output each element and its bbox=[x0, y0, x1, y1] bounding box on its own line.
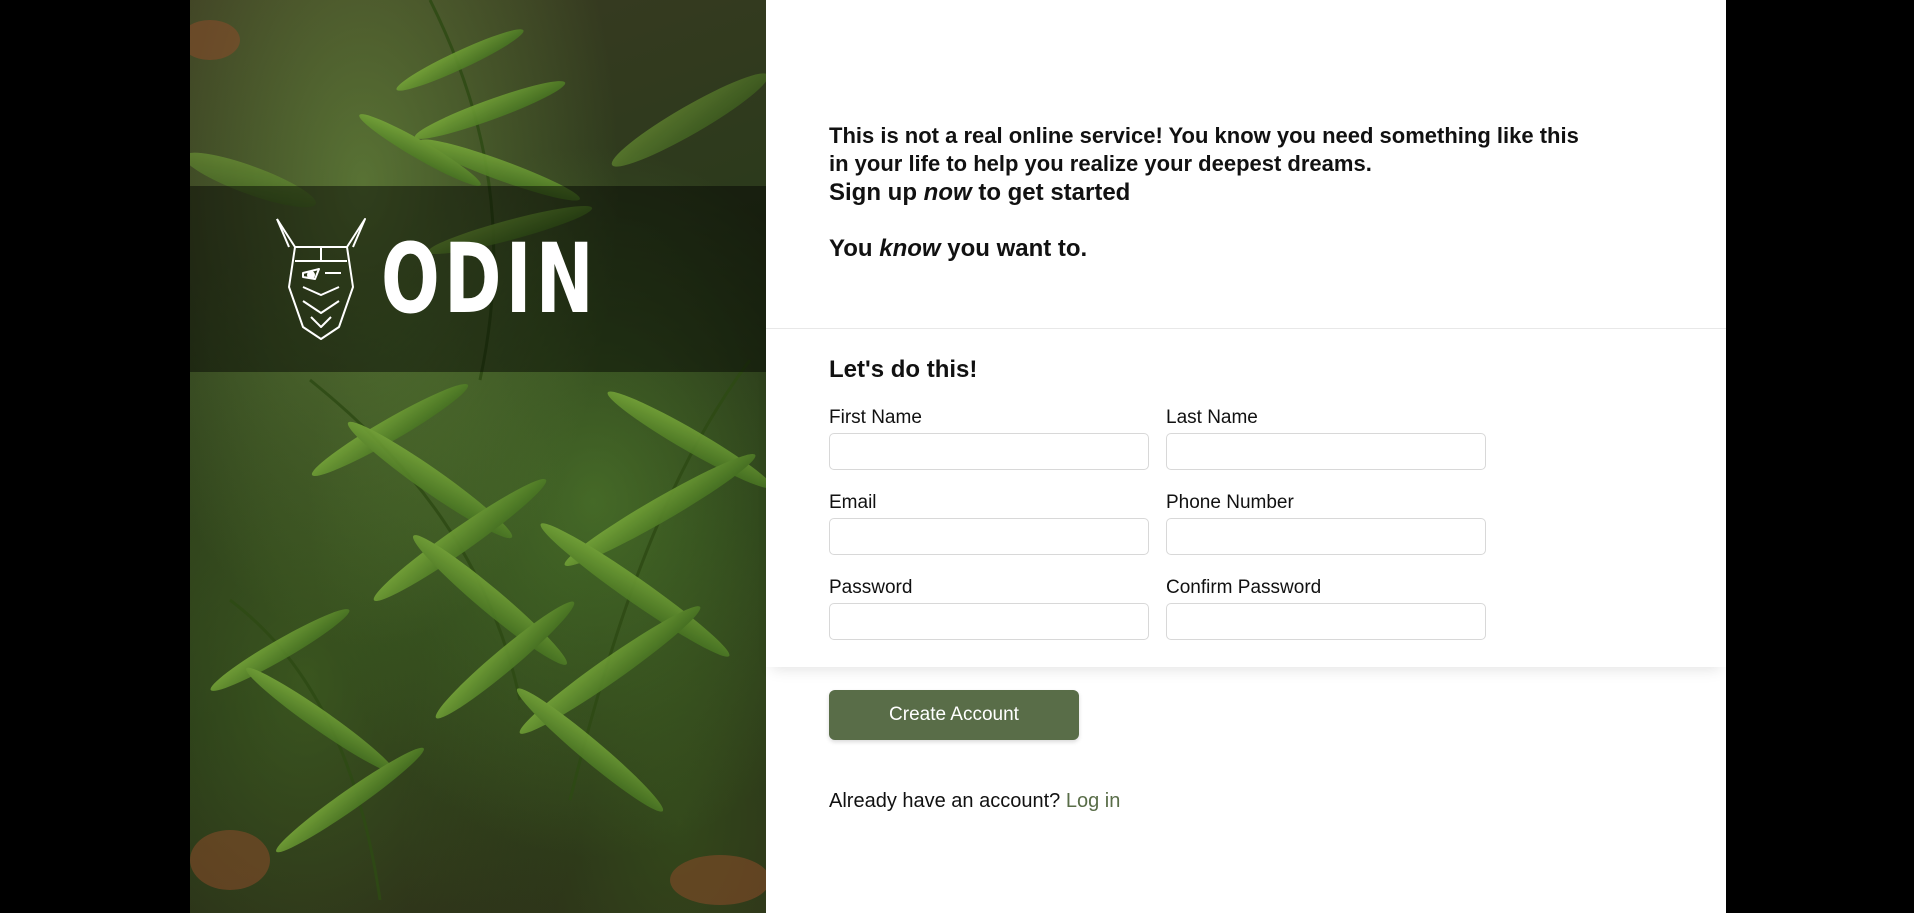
password-input[interactable] bbox=[829, 603, 1149, 640]
logo-band: ODIN bbox=[190, 186, 766, 372]
email-label: Email bbox=[829, 492, 877, 513]
email-group: Email bbox=[829, 492, 1149, 555]
odin-logo: ODIN bbox=[273, 217, 682, 341]
intro-lead: This is not a real online service! You k… bbox=[829, 123, 1579, 176]
signup-em: now bbox=[923, 179, 972, 206]
login-link[interactable]: Log in bbox=[1066, 790, 1121, 812]
logo-wordmark: ODIN bbox=[381, 223, 599, 335]
intro-know: You know you want to. bbox=[829, 234, 1589, 264]
signup-form: Let's do this! First Name Last Name Emai… bbox=[766, 328, 1726, 667]
password-group: Password bbox=[829, 577, 1149, 640]
login-prompt: Already have an account? Log in bbox=[829, 790, 1120, 813]
password-label: Password bbox=[829, 577, 913, 598]
last-name-input[interactable] bbox=[1166, 433, 1486, 470]
signup-pre: Sign up bbox=[829, 179, 924, 206]
intro-signup: Sign up now to get started bbox=[829, 178, 1589, 208]
form-title: Let's do this! bbox=[829, 356, 978, 383]
confirm-password-label: Confirm Password bbox=[1166, 577, 1322, 598]
first-name-label: First Name bbox=[829, 407, 922, 428]
phone-label: Phone Number bbox=[1166, 492, 1294, 513]
signup-page: ODIN This is not a real online service! … bbox=[190, 0, 1726, 913]
confirm-password-input[interactable] bbox=[1166, 603, 1486, 640]
last-name-label: Last Name bbox=[1166, 407, 1258, 428]
hero-fern-image: ODIN bbox=[190, 0, 766, 913]
last-name-group: Last Name bbox=[1166, 407, 1486, 470]
phone-group: Phone Number bbox=[1166, 492, 1486, 555]
create-account-button[interactable]: Create Account bbox=[829, 690, 1079, 740]
first-name-group: First Name bbox=[829, 407, 1149, 470]
first-name-input[interactable] bbox=[829, 433, 1149, 470]
know-pre: You bbox=[829, 235, 880, 262]
viking-helmet-icon bbox=[276, 218, 367, 340]
signup-content: This is not a real online service! You k… bbox=[766, 0, 1726, 913]
know-post: you want to. bbox=[940, 235, 1088, 262]
know-em: know bbox=[879, 235, 941, 262]
confirm-password-group: Confirm Password bbox=[1166, 577, 1486, 640]
login-prompt-text: Already have an account? bbox=[829, 790, 1061, 812]
intro-text: This is not a real online service! You k… bbox=[829, 122, 1589, 264]
email-input[interactable] bbox=[829, 518, 1149, 555]
signup-post: to get started bbox=[971, 179, 1131, 206]
fern-illustration bbox=[190, 0, 766, 905]
phone-input[interactable] bbox=[1166, 518, 1486, 555]
